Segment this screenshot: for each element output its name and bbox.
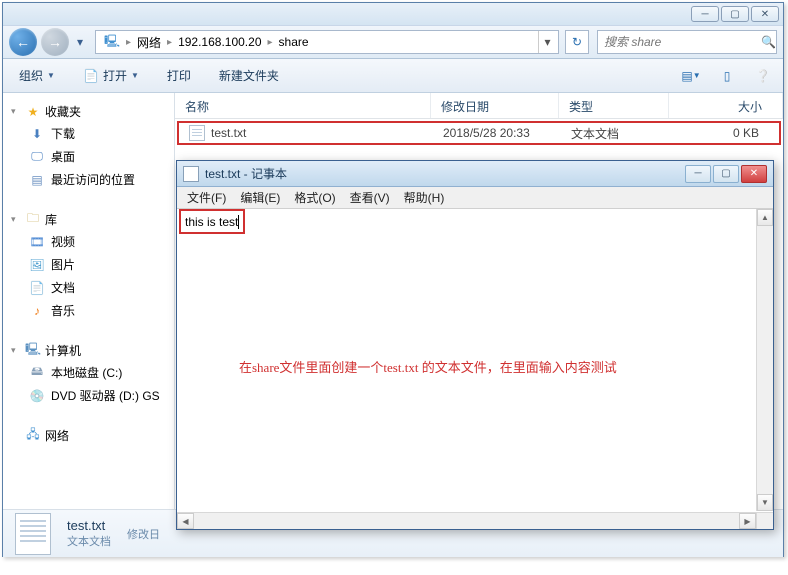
file-type: 文本文档 — [561, 125, 671, 142]
star-icon: ★ — [25, 104, 41, 120]
column-size[interactable]: 大小 — [669, 93, 783, 118]
navigation-bar: ← → ▾ 🖳 ▸ 网络 ▸ 192.168.100.20 ▸ share ▾ … — [3, 25, 783, 59]
details-file-type: 文本文档 — [67, 533, 111, 549]
file-date: 2018/5/28 20:33 — [433, 126, 561, 140]
network-icon: 🖧 — [25, 428, 41, 444]
breadcrumb-host[interactable]: 192.168.100.20 — [172, 31, 267, 53]
details-file-icon — [15, 513, 51, 555]
menu-format[interactable]: 格式(O) — [288, 187, 341, 208]
scroll-right-button[interactable]: ▶ — [739, 513, 756, 529]
recent-icon: ▤ — [29, 172, 45, 188]
notepad-editor[interactable]: this is test 在share文件里面创建一个test.txt 的文本文… — [177, 209, 773, 529]
music-icon: ♪ — [29, 303, 45, 319]
network-icon: 🖳 — [104, 34, 120, 50]
text-file-icon — [189, 125, 205, 141]
document-icon: 📄 — [29, 280, 45, 296]
refresh-button[interactable]: ↻ — [565, 30, 589, 54]
sidebar-item-local-disk[interactable]: 🖴本地磁盘 (C:) — [7, 361, 170, 384]
toolbar: 组织▼ 📄打开▼ 打印 新建文件夹 ▤ ▼ ▯ ❔ — [3, 59, 783, 93]
column-headers: 名称 修改日期 类型 大小 — [175, 93, 783, 119]
video-icon: 🎞 — [29, 234, 45, 250]
computer-group[interactable]: ▾🖳计算机 — [7, 340, 170, 361]
scroll-down-button[interactable]: ▼ — [757, 494, 773, 511]
sidebar-item-documents[interactable]: 📄文档 — [7, 276, 170, 299]
print-button[interactable]: 打印 — [161, 63, 197, 88]
notepad-window: test.txt - 记事本 ─ ▢ ✕ 文件(F) 编辑(E) 格式(O) 查… — [176, 160, 774, 530]
file-size: 0 KB — [671, 126, 779, 140]
library-icon: 🗀 — [25, 212, 41, 228]
download-icon: ⬇ — [29, 126, 45, 142]
sidebar-item-desktop[interactable]: 🖵桌面 — [7, 145, 170, 168]
column-name[interactable]: 名称 — [175, 93, 431, 118]
vertical-scrollbar[interactable]: ▲ ▼ — [756, 209, 773, 511]
network-group[interactable]: ▾🖧网络 — [7, 425, 170, 446]
forward-button[interactable]: → — [41, 28, 69, 56]
breadcrumb-network[interactable]: 网络 — [131, 31, 167, 53]
maximize-button[interactable]: ▢ — [721, 6, 749, 22]
preview-pane-button[interactable]: ▯ — [717, 66, 737, 86]
column-type[interactable]: 类型 — [559, 93, 669, 118]
notepad-titlebar[interactable]: test.txt - 记事本 ─ ▢ ✕ — [177, 161, 773, 187]
file-row[interactable]: test.txt 2018/5/28 20:33 文本文档 0 KB — [177, 121, 781, 145]
notepad-maximize-button[interactable]: ▢ — [713, 165, 739, 183]
desktop-icon: 🖵 — [29, 149, 45, 165]
sidebar-item-pictures[interactable]: 🖼图片 — [7, 253, 170, 276]
picture-icon: 🖼 — [29, 257, 45, 273]
notepad-icon: 📄 — [83, 68, 99, 84]
breadcrumb-folder[interactable]: share — [273, 31, 315, 53]
menu-help[interactable]: 帮助(H) — [398, 187, 451, 208]
dvd-icon: 💿 — [29, 388, 45, 404]
minimize-button[interactable]: ─ — [691, 6, 719, 22]
organize-button[interactable]: 组织▼ — [13, 63, 61, 88]
sidebar-item-music[interactable]: ♪音乐 — [7, 299, 170, 322]
disk-icon: 🖴 — [29, 365, 45, 381]
nav-history-dropdown[interactable]: ▾ — [73, 29, 87, 55]
notepad-menubar: 文件(F) 编辑(E) 格式(O) 查看(V) 帮助(H) — [177, 187, 773, 209]
horizontal-scrollbar[interactable]: ◀ ▶ — [177, 512, 756, 529]
notepad-app-icon — [183, 166, 199, 182]
back-button[interactable]: ← — [9, 28, 37, 56]
column-date[interactable]: 修改日期 — [431, 93, 559, 118]
notepad-content: this is test — [179, 209, 245, 234]
details-modified-label: 修改日 — [127, 526, 160, 542]
view-options-button[interactable]: ▤ ▼ — [681, 66, 701, 86]
file-name: test.txt — [211, 126, 246, 140]
search-input[interactable] — [604, 35, 761, 49]
notepad-title: test.txt - 记事本 — [205, 165, 685, 182]
address-bar[interactable]: 🖳 ▸ 网络 ▸ 192.168.100.20 ▸ share ▾ — [95, 30, 559, 54]
new-folder-button[interactable]: 新建文件夹 — [213, 63, 285, 88]
scroll-left-button[interactable]: ◀ — [177, 513, 194, 529]
help-button[interactable]: ❔ — [753, 66, 773, 86]
notepad-close-button[interactable]: ✕ — [741, 165, 767, 183]
navigation-pane: ▾★收藏夹 ⬇下载 🖵桌面 ▤最近访问的位置 ▾🗀库 🎞视频 🖼图片 📄文档 ♪… — [3, 93, 175, 509]
sidebar-item-downloads[interactable]: ⬇下载 — [7, 122, 170, 145]
breadcrumb-network-root[interactable]: 🖳 — [98, 31, 126, 53]
scroll-up-button[interactable]: ▲ — [757, 209, 773, 226]
libraries-group[interactable]: ▾🗀库 — [7, 209, 170, 230]
address-dropdown[interactable]: ▾ — [538, 31, 556, 53]
sidebar-item-recent[interactable]: ▤最近访问的位置 — [7, 168, 170, 191]
computer-icon: 🖳 — [25, 343, 41, 359]
explorer-titlebar[interactable]: ─ ▢ ✕ — [3, 3, 783, 25]
details-file-name: test.txt — [67, 518, 111, 533]
close-button[interactable]: ✕ — [751, 6, 779, 22]
search-box[interactable]: 🔍 — [597, 30, 777, 54]
annotation-text: 在share文件里面创建一个test.txt 的文本文件，在里面输入内容测试 — [239, 357, 617, 376]
sidebar-item-dvd[interactable]: 💿DVD 驱动器 (D:) GS — [7, 384, 170, 407]
menu-view[interactable]: 查看(V) — [344, 187, 396, 208]
menu-file[interactable]: 文件(F) — [181, 187, 232, 208]
open-button[interactable]: 📄打开▼ — [77, 63, 145, 88]
favorites-group[interactable]: ▾★收藏夹 — [7, 101, 170, 122]
search-icon: 🔍 — [761, 35, 776, 49]
resize-grip[interactable] — [756, 512, 773, 529]
notepad-minimize-button[interactable]: ─ — [685, 165, 711, 183]
menu-edit[interactable]: 编辑(E) — [234, 187, 286, 208]
sidebar-item-videos[interactable]: 🎞视频 — [7, 230, 170, 253]
